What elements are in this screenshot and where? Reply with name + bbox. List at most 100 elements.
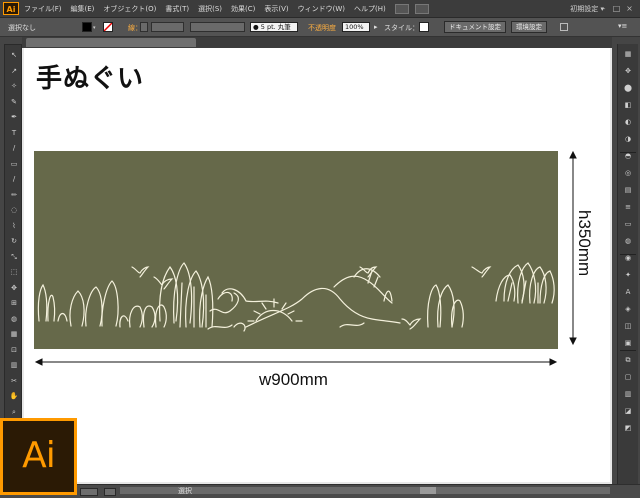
tool-icon[interactable]: T [8, 129, 20, 138]
arrow-right-icon [549, 358, 558, 366]
arrow-left-icon [34, 358, 43, 366]
menu-item[interactable]: 書式(T) [165, 4, 189, 14]
zoom-field[interactable] [80, 488, 98, 496]
tool-icon[interactable]: ↗ [8, 67, 20, 76]
menu-item[interactable]: 選択(S) [198, 4, 222, 14]
tool-icon[interactable]: / [8, 144, 20, 153]
tool-icon[interactable]: / [8, 175, 20, 184]
artwork-title: 手ぬぐい [36, 64, 145, 94]
tool-icon[interactable]: ⌇ [8, 222, 20, 231]
maximize-icon[interactable]: □ [612, 4, 621, 13]
menu-item[interactable]: 効果(C) [231, 4, 255, 14]
tool-icon[interactable]: ⬚ [8, 268, 20, 277]
panel-divider [620, 254, 636, 255]
close-icon[interactable]: × [625, 4, 634, 13]
fill-swatch[interactable] [82, 22, 92, 32]
panel-icon[interactable]: ▦ [622, 50, 634, 59]
tool-icon[interactable]: ✒ [8, 113, 20, 122]
illustrator-logo: Ai [0, 418, 77, 495]
variable-width-dropdown[interactable] [190, 22, 245, 32]
style-label: スタイル： [384, 24, 419, 32]
tool-icon[interactable]: ◍ [8, 315, 20, 324]
preferences-button[interactable]: 環境設定 [511, 21, 547, 33]
tool-icon[interactable]: ▭ [8, 160, 20, 169]
horizontal-scrollbar[interactable] [120, 487, 610, 494]
control-bar: 選択なし ▾ 線： ● 5 pt. 丸筆 不透明度 100% ▸ スタイル： ド… [0, 18, 640, 37]
stroke-weight-dropdown[interactable] [151, 22, 184, 32]
arrange-documents-icon[interactable] [414, 3, 429, 14]
tool-icon[interactable]: ✎ [8, 98, 20, 107]
dimension-arrows [34, 150, 577, 366]
panel-icon[interactable]: ◓ [622, 152, 634, 161]
document-setup-button[interactable]: ドキュメント設定 [444, 21, 506, 33]
menu-item[interactable]: 表示(V) [264, 4, 288, 14]
artboard-nav[interactable] [104, 488, 116, 496]
panel-dock: ▦ ✥ ⬤ ◧ ◐ ◑ ◓ ◎ ▤ ≡ ▭ ◍ ◉ ✦ A ◈ ◫ ▣ ⧉ ▢ ▥ ◪ ◩ [617, 44, 638, 484]
menu-item[interactable]: ヘルプ(H) [354, 4, 386, 14]
tool-icon[interactable]: ✥ [8, 284, 20, 293]
menu-bar: Ai ファイル(F) 編集(E) オブジェクト(O) 書式(T) 選択(S) 効果(C) 表… [0, 0, 640, 18]
chevron-right-icon[interactable]: ▸ [374, 23, 378, 31]
panel-icon[interactable]: ◈ [622, 305, 634, 314]
tool-icon[interactable]: ▥ [8, 361, 20, 370]
panel-icon[interactable]: ▣ [622, 339, 634, 348]
panel-icon[interactable]: ▭ [622, 220, 634, 229]
opacity-field[interactable]: 100% [342, 22, 370, 32]
panel-icon[interactable]: ◪ [622, 407, 634, 416]
panel-icon[interactable]: ✦ [622, 271, 634, 280]
panel-icon[interactable]: ◐ [622, 118, 634, 127]
menu-item[interactable]: 編集(E) [71, 4, 95, 14]
tool-icon[interactable]: ⊞ [8, 299, 20, 308]
panel-icon[interactable]: ◎ [622, 169, 634, 178]
opacity-label: 不透明度 [308, 24, 336, 32]
brush-dropdown[interactable]: ● 5 pt. 丸筆 [250, 22, 298, 32]
tool-icon[interactable]: ✏ [8, 191, 20, 200]
arrow-down-icon [569, 337, 577, 346]
panel-icon[interactable]: ▥ [622, 390, 634, 399]
tool-icon[interactable]: ↻ [8, 237, 20, 246]
panel-divider [620, 350, 636, 351]
tool-icon[interactable]: ⊡ [8, 346, 20, 355]
scrollbar-thumb[interactable] [420, 487, 436, 494]
tool-icon[interactable]: ▦ [8, 330, 20, 339]
panel-icon[interactable]: ✥ [622, 67, 634, 76]
stroke-stepper[interactable] [140, 22, 148, 32]
minimize-icon[interactable]: – [599, 4, 608, 13]
stroke-swatch[interactable] [103, 22, 113, 32]
height-label: h350mm [575, 210, 594, 277]
width-label: w900mm [259, 370, 328, 389]
panel-icon[interactable]: A [622, 288, 634, 297]
selection-status: 選択なし [8, 24, 36, 32]
status-mode: 選択 [178, 487, 192, 495]
panel-icon[interactable]: ⧉ [622, 356, 634, 365]
panel-icon[interactable]: ◩ [622, 424, 634, 433]
panel-icon[interactable]: ◑ [622, 135, 634, 144]
tool-icon[interactable]: ↖ [8, 51, 20, 60]
panel-icon[interactable]: ◫ [622, 322, 634, 331]
menu-item[interactable]: オブジェクト(O) [103, 4, 156, 14]
panel-menu-icon[interactable]: ▾≡ [618, 22, 627, 30]
panel-icon[interactable]: ◉ [622, 254, 634, 263]
tool-icon[interactable]: ✧ [8, 82, 20, 91]
tool-icon[interactable]: ⤡ [8, 253, 20, 262]
panel-icon[interactable]: ▢ [622, 373, 634, 382]
arrow-up-icon [569, 150, 577, 159]
bridge-icon[interactable] [394, 3, 409, 14]
panel-icon[interactable]: ⬤ [622, 84, 634, 93]
panel-icon[interactable]: ≡ [622, 203, 634, 212]
panel-icon[interactable]: ◧ [622, 101, 634, 110]
menu-item[interactable]: ファイル(F) [24, 4, 62, 14]
tool-icon[interactable]: ⌕ [8, 408, 20, 417]
app-logo-icon: Ai [3, 2, 19, 15]
menu-item[interactable]: ウィンドウ(W) [298, 4, 345, 14]
panel-divider [620, 152, 636, 153]
tool-icon[interactable]: ✂ [8, 377, 20, 386]
align-icon[interactable] [560, 23, 568, 31]
panel-icon[interactable]: ◍ [622, 237, 634, 246]
style-swatch[interactable] [419, 22, 429, 32]
document-tab[interactable] [26, 38, 196, 47]
tool-icon[interactable]: ✋ [8, 392, 20, 401]
panel-icon[interactable]: ▤ [622, 186, 634, 195]
tool-icon[interactable]: ◌ [8, 206, 20, 215]
chevron-down-icon[interactable]: ▾ [93, 25, 97, 31]
